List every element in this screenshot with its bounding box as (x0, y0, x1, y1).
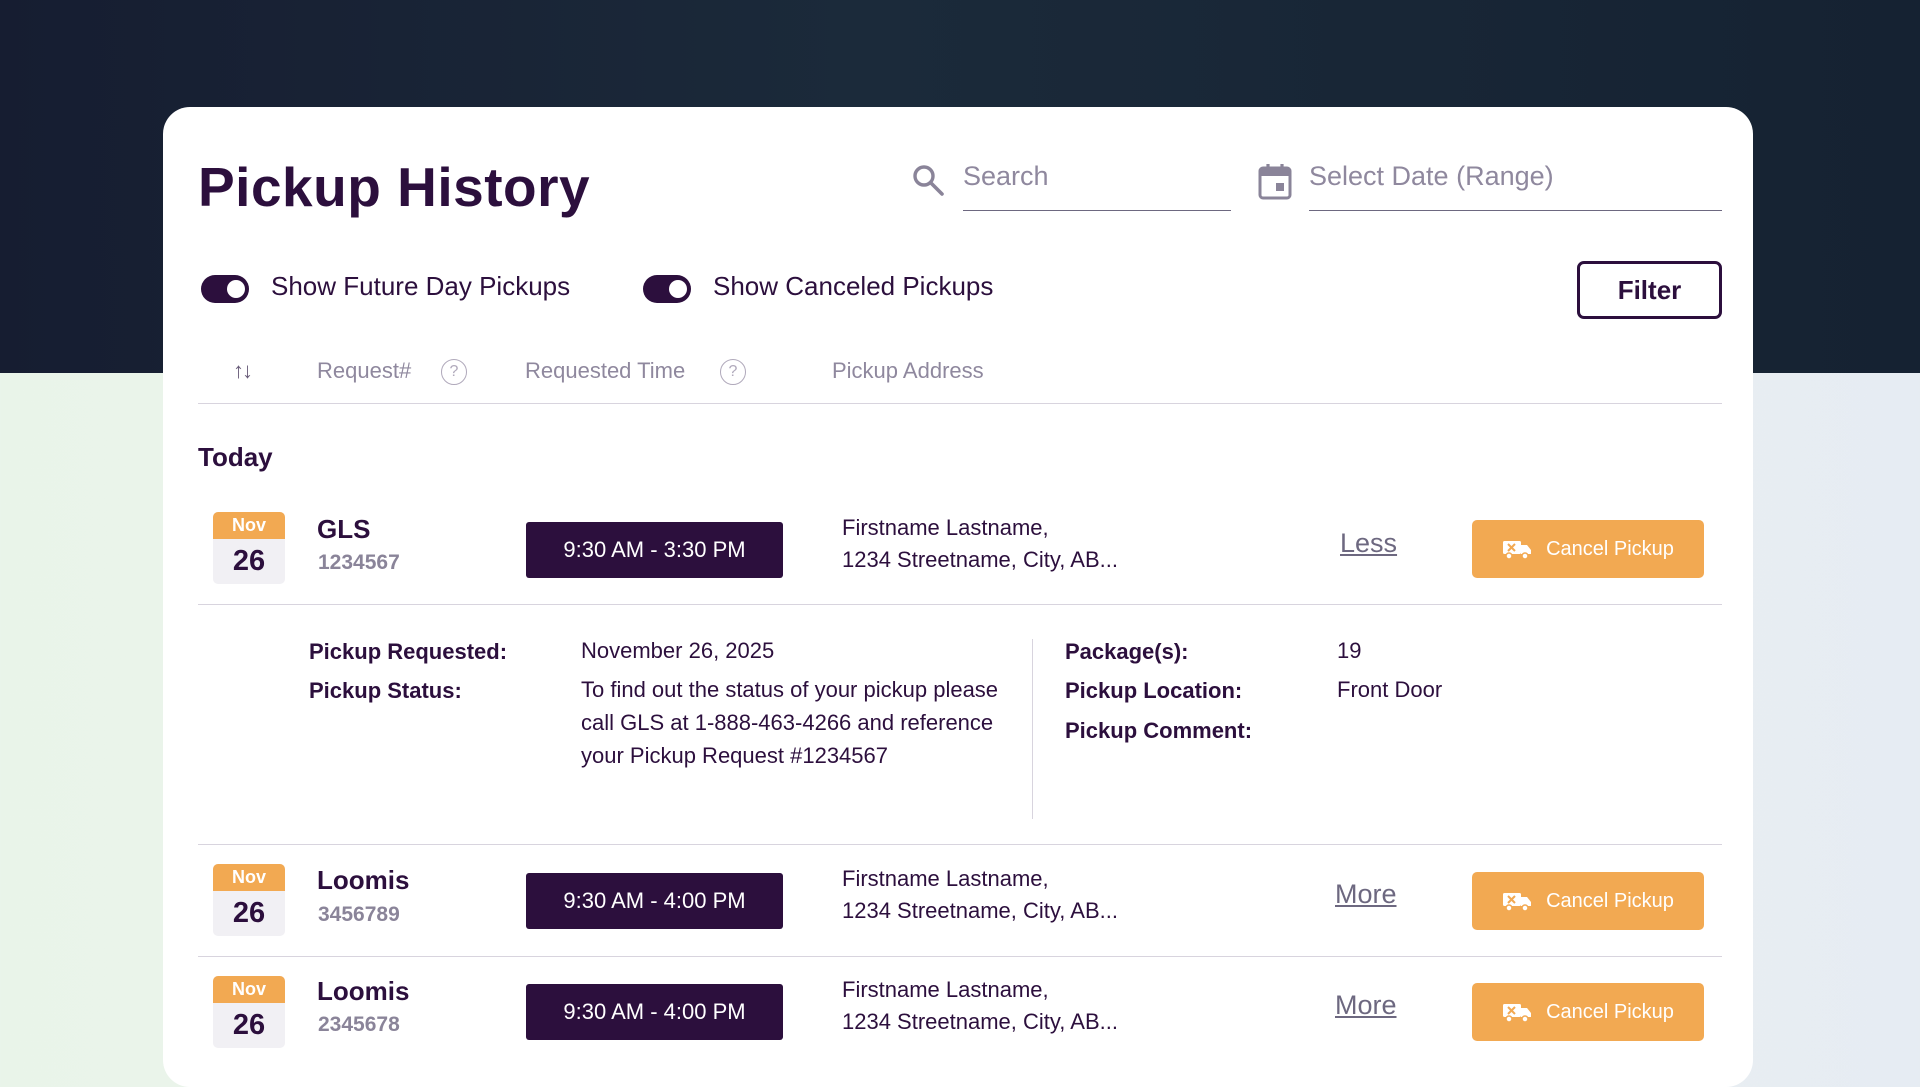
cancel-pickup-button[interactable]: Cancel Pickup (1472, 872, 1704, 930)
future-pickups-toggle[interactable] (201, 275, 249, 303)
future-pickups-label: Show Future Day Pickups (271, 271, 571, 301)
canceled-pickups-toggle[interactable] (643, 275, 691, 303)
column-header-requested-time[interactable]: Requested Time (525, 358, 685, 384)
time-window: 9:30 AM - 3:30 PM (526, 522, 783, 578)
request-number: 2345678 (318, 1013, 400, 1036)
cancel-pickup-button[interactable]: Cancel Pickup (1472, 983, 1704, 1041)
request-number: 3456789 (318, 903, 400, 926)
carrier-name: Loomis (317, 976, 410, 1006)
badge-month: Nov (213, 976, 285, 1003)
canceled-pickups-label: Show Canceled Pickups (713, 271, 994, 301)
column-header-pickup-address[interactable]: Pickup Address (832, 358, 984, 384)
truck-cancel-icon (1503, 1004, 1532, 1023)
address-line-2: 1234 Streetname, City, AB... (842, 547, 1118, 572)
request-help-icon[interactable]: ? (441, 359, 467, 385)
sort-icon[interactable]: ↑↓ (233, 358, 253, 384)
date-badge: Nov 26 (213, 864, 285, 936)
date-range-field (1309, 151, 1722, 211)
date-range-input[interactable] (1309, 161, 1722, 192)
address-line-1: Firstname Lastname, (842, 866, 1049, 891)
packages-label: Package(s): (1065, 639, 1189, 664)
pickup-address: Firstname Lastname, 1234 Streetname, Cit… (842, 974, 1118, 1038)
pickup-requested-value: November 26, 2025 (581, 638, 775, 663)
row-divider (198, 956, 1722, 957)
pickup-address: Firstname Lastname, 1234 Streetname, Cit… (842, 512, 1118, 576)
more-link[interactable]: More (1335, 879, 1397, 910)
pickup-history-panel: Pickup History Show Future Day Pickups S… (163, 107, 1753, 1087)
filter-button[interactable]: Filter (1577, 261, 1722, 319)
badge-month: Nov (213, 864, 285, 891)
cancel-pickup-label: Cancel Pickup (1546, 1000, 1674, 1023)
header-divider (198, 403, 1722, 404)
search-input[interactable] (963, 161, 1231, 192)
search-icon (913, 165, 944, 196)
address-line-2: 1234 Streetname, City, AB... (842, 1009, 1118, 1034)
badge-day: 26 (232, 1009, 266, 1041)
column-header-request[interactable]: Request# (317, 358, 411, 384)
date-badge: Nov 26 (213, 976, 285, 1048)
packages-value: 19 (1337, 638, 1362, 663)
date-badge: Nov 26 (213, 512, 285, 584)
truck-cancel-icon (1503, 893, 1532, 912)
request-number: 1234567 (318, 551, 400, 574)
page-title: Pickup History (198, 156, 591, 218)
pickup-address: Firstname Lastname, 1234 Streetname, Cit… (842, 863, 1118, 927)
pickup-status-value: To find out the status of your pickup pl… (581, 677, 999, 768)
less-link[interactable]: Less (1340, 528, 1397, 559)
truck-cancel-icon (1503, 541, 1532, 560)
cancel-pickup-button[interactable]: Cancel Pickup (1472, 520, 1704, 578)
carrier-name: GLS (317, 514, 371, 544)
cancel-pickup-label: Cancel Pickup (1546, 537, 1674, 560)
time-window: 9:30 AM - 4:00 PM (526, 873, 783, 929)
pickup-status-label: Pickup Status: (309, 678, 462, 703)
requested-time-help-icon[interactable]: ? (720, 359, 746, 385)
badge-day: 26 (232, 545, 266, 577)
more-link[interactable]: More (1335, 990, 1397, 1021)
badge-month: Nov (213, 512, 285, 539)
time-window: 9:30 AM - 4:00 PM (526, 984, 783, 1040)
details-divider (1032, 639, 1033, 819)
section-label-today: Today (198, 442, 273, 472)
address-line-2: 1234 Streetname, City, AB... (842, 898, 1118, 923)
address-line-1: Firstname Lastname, (842, 977, 1049, 1002)
pickup-location-value: Front Door (1337, 677, 1443, 702)
carrier-name: Loomis (317, 865, 410, 895)
row-divider (198, 844, 1722, 845)
pickup-comment-label: Pickup Comment: (1065, 718, 1253, 743)
pickup-requested-label: Pickup Requested: (309, 639, 508, 664)
row-divider (198, 604, 1722, 605)
cancel-pickup-label: Cancel Pickup (1546, 889, 1674, 912)
search-field (963, 151, 1231, 211)
badge-day: 26 (232, 897, 266, 929)
address-line-1: Firstname Lastname, (842, 515, 1049, 540)
calendar-icon[interactable] (1258, 162, 1292, 200)
pickup-location-label: Pickup Location: (1065, 678, 1243, 703)
